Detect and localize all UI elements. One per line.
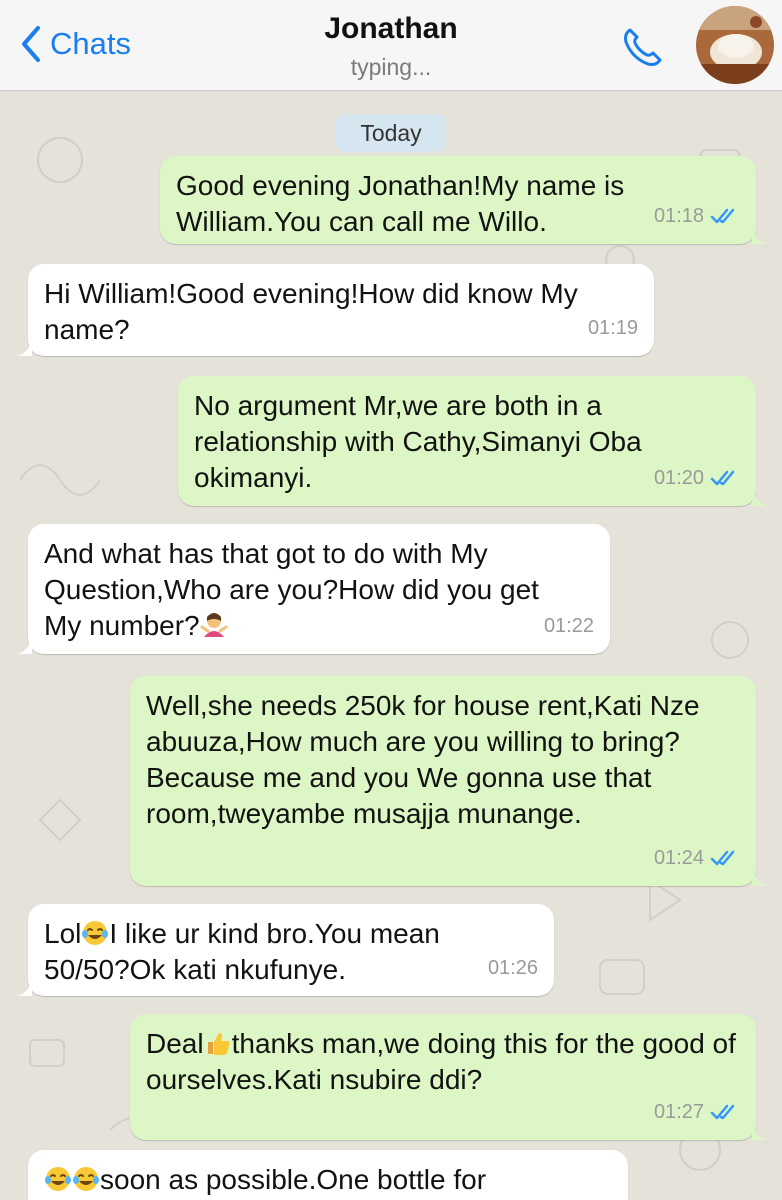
message-bubble-outgoing[interactable]: Good evening Jonathan!My name is William… bbox=[160, 156, 768, 244]
message-time: 01:27 bbox=[653, 1101, 704, 1123]
tears-of-joy-emoji bbox=[45, 1167, 71, 1191]
bubble-tail bbox=[752, 1124, 768, 1140]
message-text-before: Deal bbox=[146, 1028, 204, 1059]
message-time: 01:18 bbox=[653, 205, 704, 227]
message-meta: 01:20 bbox=[654, 460, 740, 496]
message-bubble-incoming[interactable]: Lol I like ur kind bro.You mean 50/50?Ok… bbox=[16, 904, 554, 996]
message-text-after: thanks man,we doing this for the good of… bbox=[146, 1028, 736, 1095]
message-bubble-outgoing[interactable]: Well,she needs 250k for house rent,Kati … bbox=[130, 676, 768, 886]
message-meta: 01:18 bbox=[654, 198, 740, 234]
tears-of-joy-emoji bbox=[73, 1167, 99, 1191]
person-shrugging-emoji bbox=[200, 613, 228, 637]
bubble-tail bbox=[16, 638, 32, 654]
message-text: Hi William!Good evening!How did know My … bbox=[44, 278, 578, 345]
message-text-wrap: Deal thanks man,we doing this for the go… bbox=[146, 1026, 740, 1098]
message-meta: 01:24 bbox=[654, 840, 740, 876]
message-bubble-incoming[interactable]: Hi William!Good evening!How did know My … bbox=[16, 264, 654, 356]
double-check-icon bbox=[710, 470, 735, 486]
tears-of-joy-emoji bbox=[82, 921, 109, 945]
message-text: Well,she needs 250k for house rent,Kati … bbox=[146, 690, 700, 829]
message-text-after: soon as possible.One bottle for bbox=[100, 1164, 487, 1195]
message-text-wrap: Lol I like ur kind bro.You mean 50/50?Ok… bbox=[44, 916, 538, 988]
phone-call-icon[interactable] bbox=[620, 24, 666, 70]
message-bubble-incoming[interactable]: And what has that got to do with My Ques… bbox=[16, 524, 610, 654]
thumbs-up-emoji bbox=[207, 1033, 230, 1055]
message-text-before: Lol bbox=[44, 918, 82, 949]
message-text-wrap: And what has that got to do with My Ques… bbox=[44, 536, 594, 644]
message-bubble-incoming[interactable]: soon as possible.One bottle for bbox=[28, 1150, 628, 1200]
message-time: 01:24 bbox=[653, 847, 704, 869]
message-meta: 01:19 bbox=[588, 310, 638, 346]
message-time: 01:22 bbox=[543, 615, 594, 637]
message-time: 01:26 bbox=[487, 957, 538, 979]
bubble-tail bbox=[752, 228, 768, 244]
message-meta: 01:27 bbox=[654, 1094, 740, 1130]
message-time: 01:19 bbox=[587, 317, 638, 339]
message-text: And what has that got to do with My Ques… bbox=[44, 538, 539, 641]
bubble-tail bbox=[16, 340, 32, 356]
message-time: 01:20 bbox=[653, 467, 704, 489]
double-check-icon bbox=[710, 850, 735, 866]
chat-screen: Chats Jonathan typing... Today Good even… bbox=[0, 0, 782, 1200]
message-meta: 01:22 bbox=[544, 608, 594, 644]
date-divider: Today bbox=[336, 114, 446, 152]
message-bubble-outgoing[interactable]: No argument Mr,we are both in a relation… bbox=[178, 376, 768, 506]
double-check-icon bbox=[710, 1104, 735, 1120]
bubble-tail bbox=[16, 980, 32, 996]
double-check-icon bbox=[710, 208, 735, 224]
message-text-wrap: soon as possible.One bottle for bbox=[44, 1162, 612, 1198]
message-bubble-outgoing[interactable]: Deal thanks man,we doing this for the go… bbox=[130, 1014, 768, 1140]
message-meta: 01:26 bbox=[488, 950, 538, 986]
bubble-tail bbox=[752, 490, 768, 506]
bubble-tail bbox=[752, 870, 768, 886]
chat-header: Chats Jonathan typing... bbox=[0, 0, 782, 91]
contact-avatar[interactable] bbox=[696, 6, 774, 84]
